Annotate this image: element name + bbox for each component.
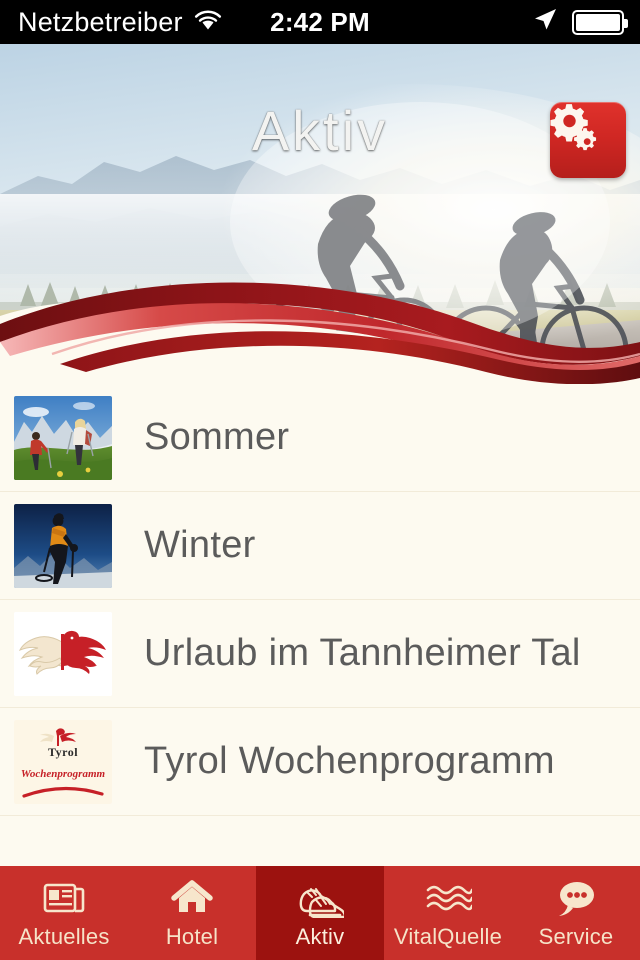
tab-bar: Aktuelles Hotel Aktiv VitalQuelle Servic… [0,866,640,960]
tyrol-wochenprogramm-logo-thumbnail: Tyrol Wochenprogramm [14,719,112,804]
tab-label: Service [538,924,614,949]
svg-text:Wochenprogramm: Wochenprogramm [21,768,106,780]
carrier-label: Netzbetreiber [18,6,183,37]
tab-hotel[interactable]: Hotel [128,866,256,960]
red-wave-decoration [0,282,640,384]
tyrol-eagle-emblem-thumbnail [14,611,112,696]
list-item-label: Winter [144,524,256,566]
speech-bubble-icon [553,876,599,920]
list-item[interactable]: Tyrol Wochenprogramm Tyrol Wochenprogram… [0,708,640,816]
list-item-label: Urlaub im Tannheimer Tal [144,632,581,674]
tab-label: Aktiv [295,924,345,949]
running-shoes-icon [296,876,344,920]
tab-label: Aktuelles [18,924,110,949]
status-bar-left: Netzbetreiber [0,7,240,38]
list-item[interactable]: Sommer [0,384,640,492]
battery-full-icon [572,9,628,35]
list-item[interactable]: Winter [0,492,640,600]
content-list: Sommer Winter Urlaub im Tannheimer Tal T… [0,384,640,866]
winter-skier-silhouette-thumbnail [14,503,112,588]
hero-banner: Aktiv [0,44,640,384]
tab-label: VitalQuelle [393,924,503,949]
water-waves-icon [424,876,472,920]
list-item[interactable]: Urlaub im Tannheimer Tal [0,600,640,708]
gears-icon [550,104,597,151]
svg-text:Tyrol: Tyrol [48,745,78,759]
status-bar: Netzbetreiber 2:42 PM [0,0,640,44]
tab-aktiv[interactable]: Aktiv [256,866,384,960]
newspaper-icon [42,876,86,920]
list-item-label: Tyrol Wochenprogramm [144,740,555,782]
house-icon [170,876,214,920]
tab-vitalquelle[interactable]: VitalQuelle [384,866,512,960]
tab-label: Hotel [165,924,219,949]
clock-label: 2:42 PM [270,6,370,37]
tab-service[interactable]: Service [512,866,640,960]
tab-aktuelles[interactable]: Aktuelles [0,866,128,960]
settings-button[interactable] [550,102,626,178]
location-arrow-icon [532,6,558,39]
status-bar-right [400,6,640,39]
wifi-icon [193,7,223,38]
list-item-label: Sommer [144,416,290,458]
hikers-alpine-meadow-thumbnail [14,395,112,480]
